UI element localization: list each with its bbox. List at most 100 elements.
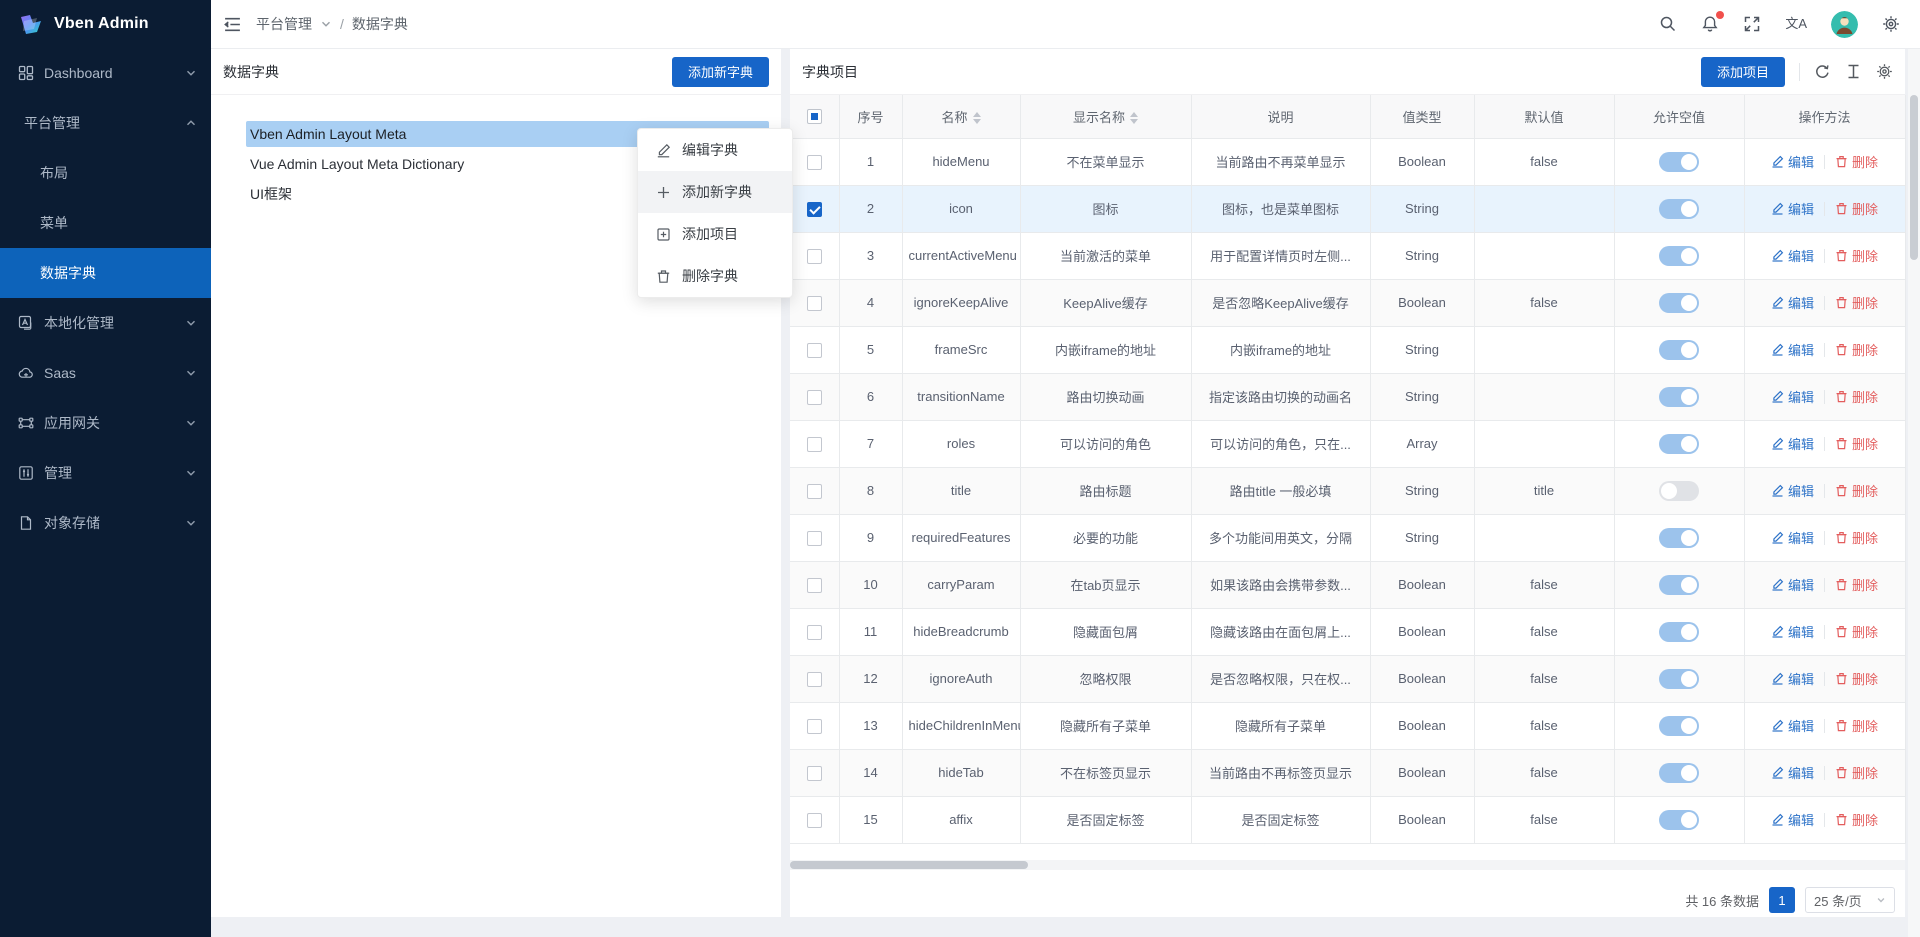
refresh-icon[interactable] xyxy=(1814,63,1831,80)
allow-empty-toggle[interactable] xyxy=(1659,528,1699,548)
sidebar-item-object-storage[interactable]: 对象存储 xyxy=(0,498,211,548)
delete-button[interactable]: 删除 xyxy=(1835,528,1878,547)
allow-empty-toggle[interactable] xyxy=(1659,199,1699,219)
add-dictionary-button[interactable]: 添加新字典 xyxy=(672,57,769,87)
edit-button[interactable]: 编辑 xyxy=(1771,669,1814,688)
row-checkbox[interactable] xyxy=(807,531,822,546)
bell-icon[interactable] xyxy=(1701,15,1719,33)
allow-empty-toggle[interactable] xyxy=(1659,246,1699,266)
vertical-scrollbar-thumb[interactable] xyxy=(1910,95,1918,260)
edit-button[interactable]: 编辑 xyxy=(1771,575,1814,594)
sort-caret-icon[interactable] xyxy=(1130,112,1138,124)
edit-button[interactable]: 编辑 xyxy=(1771,716,1814,735)
allow-empty-toggle[interactable] xyxy=(1659,669,1699,689)
sidebar-item-data-dictionary[interactable]: 数据字典 xyxy=(0,248,211,298)
avatar[interactable] xyxy=(1831,11,1858,38)
allow-empty-toggle[interactable] xyxy=(1659,340,1699,360)
context-menu-add-item[interactable]: 添加项目 xyxy=(638,213,792,255)
row-checkbox[interactable] xyxy=(807,155,822,170)
column-header-name[interactable]: 名称 xyxy=(902,95,1020,138)
sidebar-item-app-gateway[interactable]: 应用网关 xyxy=(0,398,211,448)
allow-empty-toggle[interactable] xyxy=(1659,716,1699,736)
sidebar-item-platform-management[interactable]: 平台管理 xyxy=(0,98,211,148)
search-icon[interactable] xyxy=(1659,15,1677,33)
gear-icon[interactable] xyxy=(1882,15,1900,33)
row-checkbox[interactable] xyxy=(807,202,822,217)
chevron-down-icon[interactable] xyxy=(320,18,332,30)
delete-button[interactable]: 删除 xyxy=(1835,199,1878,218)
edit-button[interactable]: 编辑 xyxy=(1771,810,1814,829)
delete-button[interactable]: 删除 xyxy=(1835,716,1878,735)
row-checkbox[interactable] xyxy=(807,766,822,781)
edit-button[interactable]: 编辑 xyxy=(1771,528,1814,547)
delete-button[interactable]: 删除 xyxy=(1835,622,1878,641)
edit-button[interactable]: 编辑 xyxy=(1771,434,1814,453)
row-height-icon[interactable] xyxy=(1845,63,1862,80)
context-menu-delete-dictionary[interactable]: 删除字典 xyxy=(638,255,792,297)
allow-empty-toggle[interactable] xyxy=(1659,810,1699,830)
row-checkbox[interactable] xyxy=(807,484,822,499)
context-menu-edit-dictionary[interactable]: 编辑字典 xyxy=(638,129,792,171)
row-checkbox[interactable] xyxy=(807,813,822,828)
edit-button[interactable]: 编辑 xyxy=(1771,246,1814,265)
translate-icon[interactable]: 文A xyxy=(1785,15,1807,33)
row-checkbox[interactable] xyxy=(807,625,822,640)
allow-empty-toggle[interactable] xyxy=(1659,434,1699,454)
fullscreen-icon[interactable] xyxy=(1743,15,1761,33)
sidebar-collapse-icon[interactable] xyxy=(223,15,242,34)
sidebar-item-saas[interactable]: Saas xyxy=(0,348,211,398)
sidebar-item-menu[interactable]: 菜单 xyxy=(0,198,211,248)
delete-button[interactable]: 删除 xyxy=(1835,293,1878,312)
context-menu-add-dictionary[interactable]: 添加新字典 xyxy=(638,171,792,213)
delete-button[interactable]: 删除 xyxy=(1835,481,1878,500)
delete-button[interactable]: 删除 xyxy=(1835,434,1878,453)
row-checkbox[interactable] xyxy=(807,578,822,593)
breadcrumb-parent[interactable]: 平台管理 xyxy=(256,14,312,34)
allow-empty-toggle[interactable] xyxy=(1659,763,1699,783)
edit-button[interactable]: 编辑 xyxy=(1771,387,1814,406)
edit-button[interactable]: 编辑 xyxy=(1771,622,1814,641)
sidebar-item-layout[interactable]: 布局 xyxy=(0,148,211,198)
row-checkbox[interactable] xyxy=(807,390,822,405)
edit-button[interactable]: 编辑 xyxy=(1771,340,1814,359)
edit-button[interactable]: 编辑 xyxy=(1771,763,1814,782)
allow-empty-toggle[interactable] xyxy=(1659,481,1699,501)
select-all-checkbox[interactable] xyxy=(807,109,822,124)
column-header-display-name[interactable]: 显示名称 xyxy=(1020,95,1191,138)
delete-button[interactable]: 删除 xyxy=(1835,340,1878,359)
edit-button[interactable]: 编辑 xyxy=(1771,481,1814,500)
delete-button[interactable]: 删除 xyxy=(1835,669,1878,688)
allow-empty-toggle[interactable] xyxy=(1659,622,1699,642)
delete-button[interactable]: 删除 xyxy=(1835,763,1878,782)
horizontal-scrollbar-thumb[interactable] xyxy=(790,861,1028,869)
sidebar-item-management[interactable]: 管理 xyxy=(0,448,211,498)
item-display-name: 是否固定标签 xyxy=(1020,796,1191,843)
row-checkbox[interactable] xyxy=(807,672,822,687)
notification-dot xyxy=(1716,11,1724,19)
column-settings-icon[interactable] xyxy=(1876,63,1893,80)
allow-empty-toggle[interactable] xyxy=(1659,293,1699,313)
row-checkbox[interactable] xyxy=(807,343,822,358)
delete-button[interactable]: 删除 xyxy=(1835,810,1878,829)
allow-empty-toggle[interactable] xyxy=(1659,387,1699,407)
row-checkbox[interactable] xyxy=(807,249,822,264)
sort-caret-icon[interactable] xyxy=(973,112,981,124)
row-checkbox[interactable] xyxy=(807,437,822,452)
delete-button[interactable]: 删除 xyxy=(1835,387,1878,406)
add-item-button[interactable]: 添加项目 xyxy=(1701,57,1785,87)
edit-button[interactable]: 编辑 xyxy=(1771,199,1814,218)
delete-button[interactable]: 删除 xyxy=(1835,246,1878,265)
page-size-select[interactable]: 25 条/页 xyxy=(1805,887,1895,913)
allow-empty-toggle[interactable] xyxy=(1659,575,1699,595)
app-logo[interactable]: Vben Admin xyxy=(0,0,211,48)
sidebar-item-dashboard[interactable]: Dashboard xyxy=(0,48,211,98)
pagination-page-1[interactable]: 1 xyxy=(1769,887,1795,913)
sidebar-item-localization[interactable]: 本地化管理 xyxy=(0,298,211,348)
edit-button[interactable]: 编辑 xyxy=(1771,152,1814,171)
allow-empty-toggle[interactable] xyxy=(1659,152,1699,172)
delete-button[interactable]: 删除 xyxy=(1835,152,1878,171)
row-checkbox[interactable] xyxy=(807,719,822,734)
edit-button[interactable]: 编辑 xyxy=(1771,293,1814,312)
delete-button[interactable]: 删除 xyxy=(1835,575,1878,594)
row-checkbox[interactable] xyxy=(807,296,822,311)
